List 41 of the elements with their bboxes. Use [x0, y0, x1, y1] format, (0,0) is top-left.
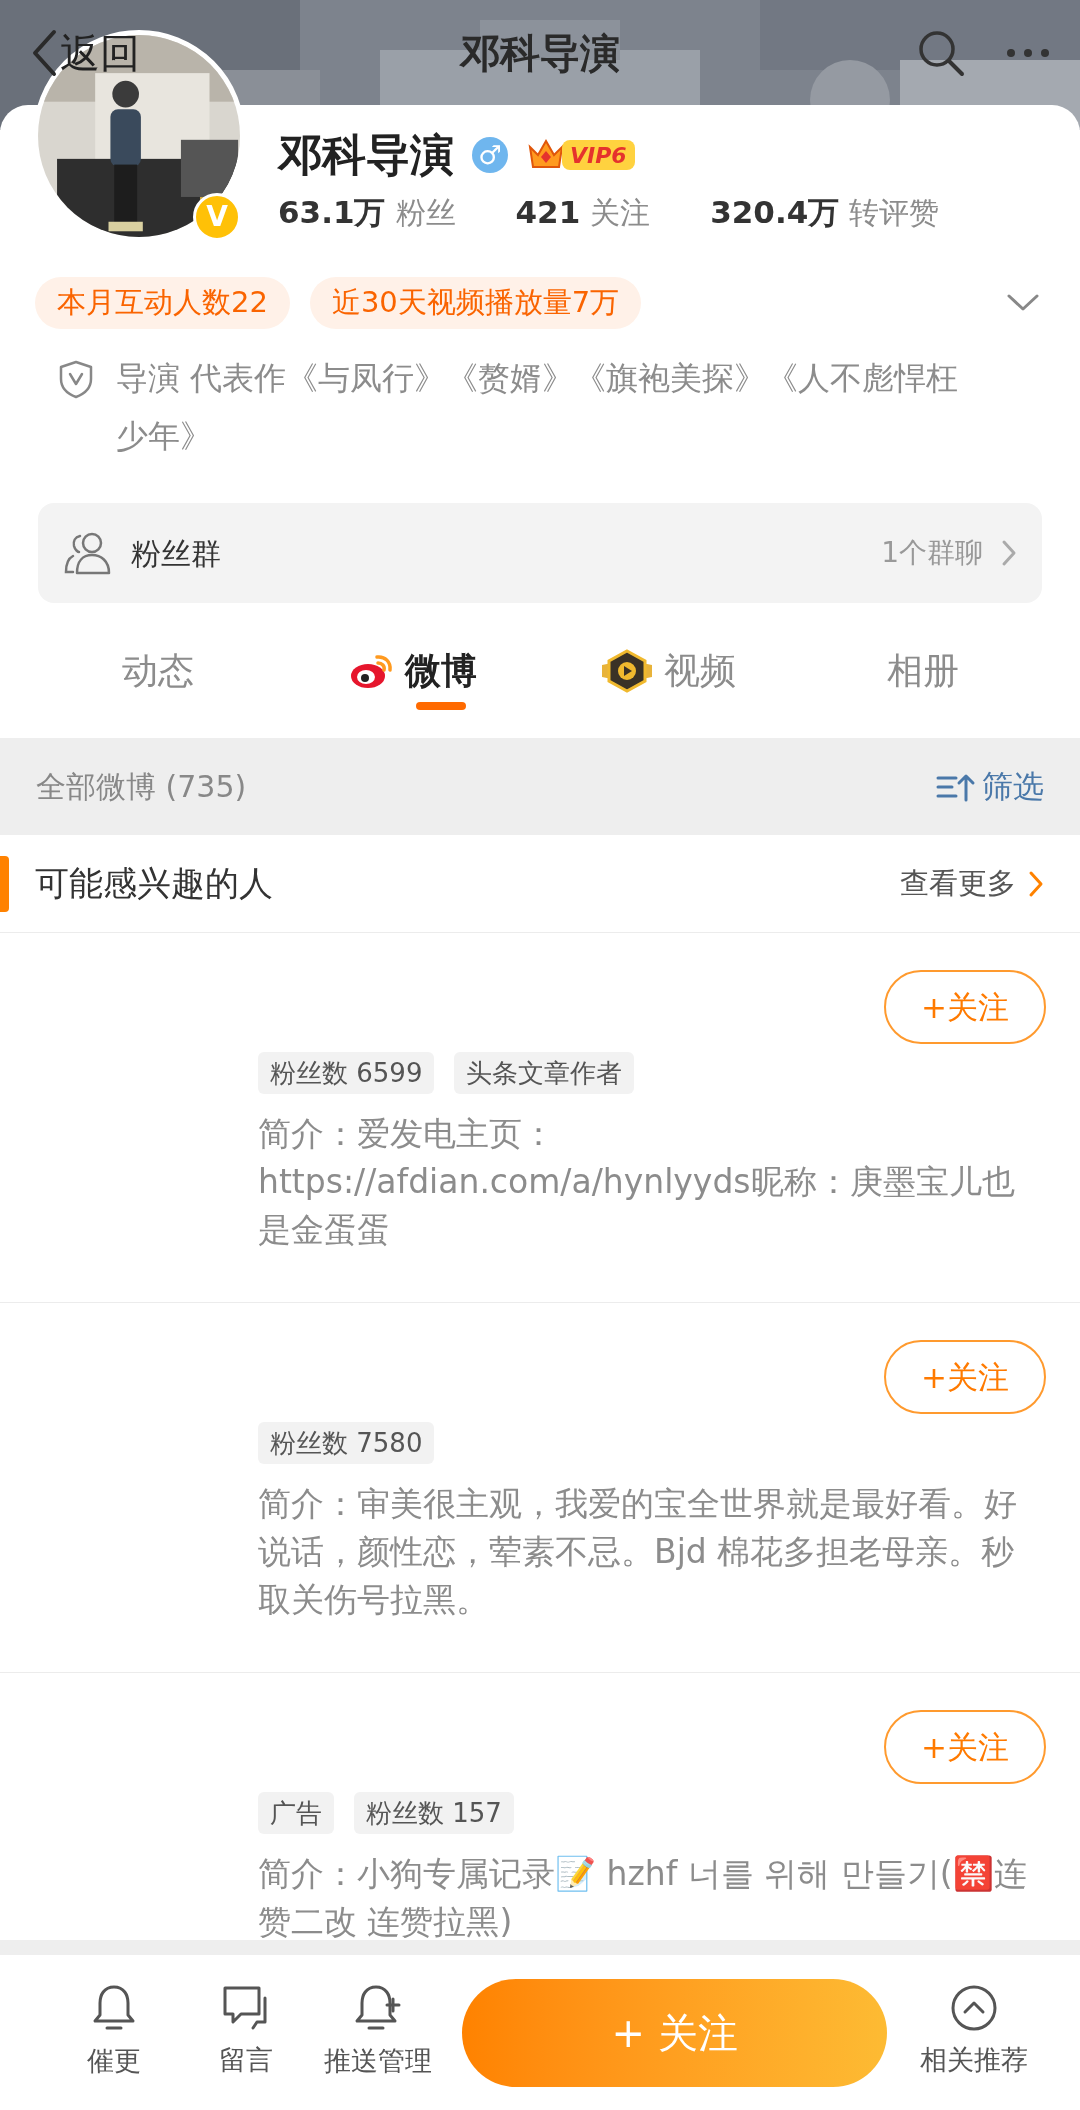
stat-label: 粉丝	[395, 194, 456, 232]
user-intro: 简介：爱发电主页：https://afdian.com/a/hynlyyds昵称：庚墨宝儿也是金蛋蛋	[258, 1113, 1016, 1251]
user-tag: 粉丝数 157	[354, 1792, 514, 1834]
stat-value: 320.4万	[710, 193, 840, 232]
bio-text: 导演 代表作《与凤行》《赘婿》《旗袍美探》《人不彪悍枉少年》	[116, 358, 960, 457]
people-icon	[63, 531, 113, 575]
section-marker	[0, 855, 9, 912]
user-intro: 简介：小狗专属记录📝 hzhf 너를 위해 만들기(🈲连赞二改 连赞拉黑)	[258, 1853, 1028, 1943]
see-more-link[interactable]: 查看更多	[900, 861, 1044, 906]
bottom-action[interactable]: 留言	[180, 1984, 312, 2081]
expand-chevron-icon[interactable]	[1006, 293, 1040, 313]
bottom-action[interactable]: 相关推荐	[908, 1984, 1040, 2081]
bottom-action[interactable]: 推送管理	[312, 1983, 444, 2082]
stat-label: 转评赞	[849, 194, 940, 232]
stat-value: 63.1万	[278, 193, 386, 232]
stat-value: 421	[515, 193, 581, 232]
vip-badge: VIP6	[562, 140, 635, 170]
stat-label: 关注	[590, 194, 651, 232]
user-tag: 广告	[258, 1792, 334, 1834]
stat-tag: 近30天视频播放量7万	[309, 277, 642, 329]
tab-indicator	[415, 701, 466, 710]
fan-group-row[interactable]: 粉丝群 1个群聊	[38, 503, 1042, 603]
group-count: 1个群聊	[881, 535, 983, 571]
user-intro: 简介：审美很主观，我爱的宝全世界就是最好看。好说话，颜性恋，荤素不忌。Bjd 棉花多担老母亲。秒取关伤号拉黑。	[258, 1483, 1018, 1621]
shield-icon	[58, 359, 94, 399]
bottom-action[interactable]: 催更	[48, 1983, 180, 2082]
user-name: 邓科导演	[278, 128, 454, 182]
chevron-right-icon	[1001, 539, 1017, 567]
chevron-right-icon	[1028, 869, 1044, 898]
fan-group-label: 粉丝群	[131, 534, 221, 573]
gender-badge: ♂	[472, 137, 508, 173]
video-badge-icon	[599, 648, 654, 693]
user-tag: 头条文章作者	[454, 1052, 635, 1094]
user-tag: 粉丝数 7580	[258, 1422, 435, 1464]
section-title: 可能感兴趣的人	[35, 862, 273, 905]
verified-badge: V	[193, 193, 241, 241]
profile-tab[interactable]: 微博	[348, 643, 477, 698]
filter-button[interactable]: 筛选	[936, 763, 1044, 810]
user-tag: 粉丝数 6599	[258, 1052, 435, 1094]
feed-count: 全部微博 (735)	[36, 768, 247, 806]
stat-tag: 本月互动人数22	[35, 277, 290, 329]
